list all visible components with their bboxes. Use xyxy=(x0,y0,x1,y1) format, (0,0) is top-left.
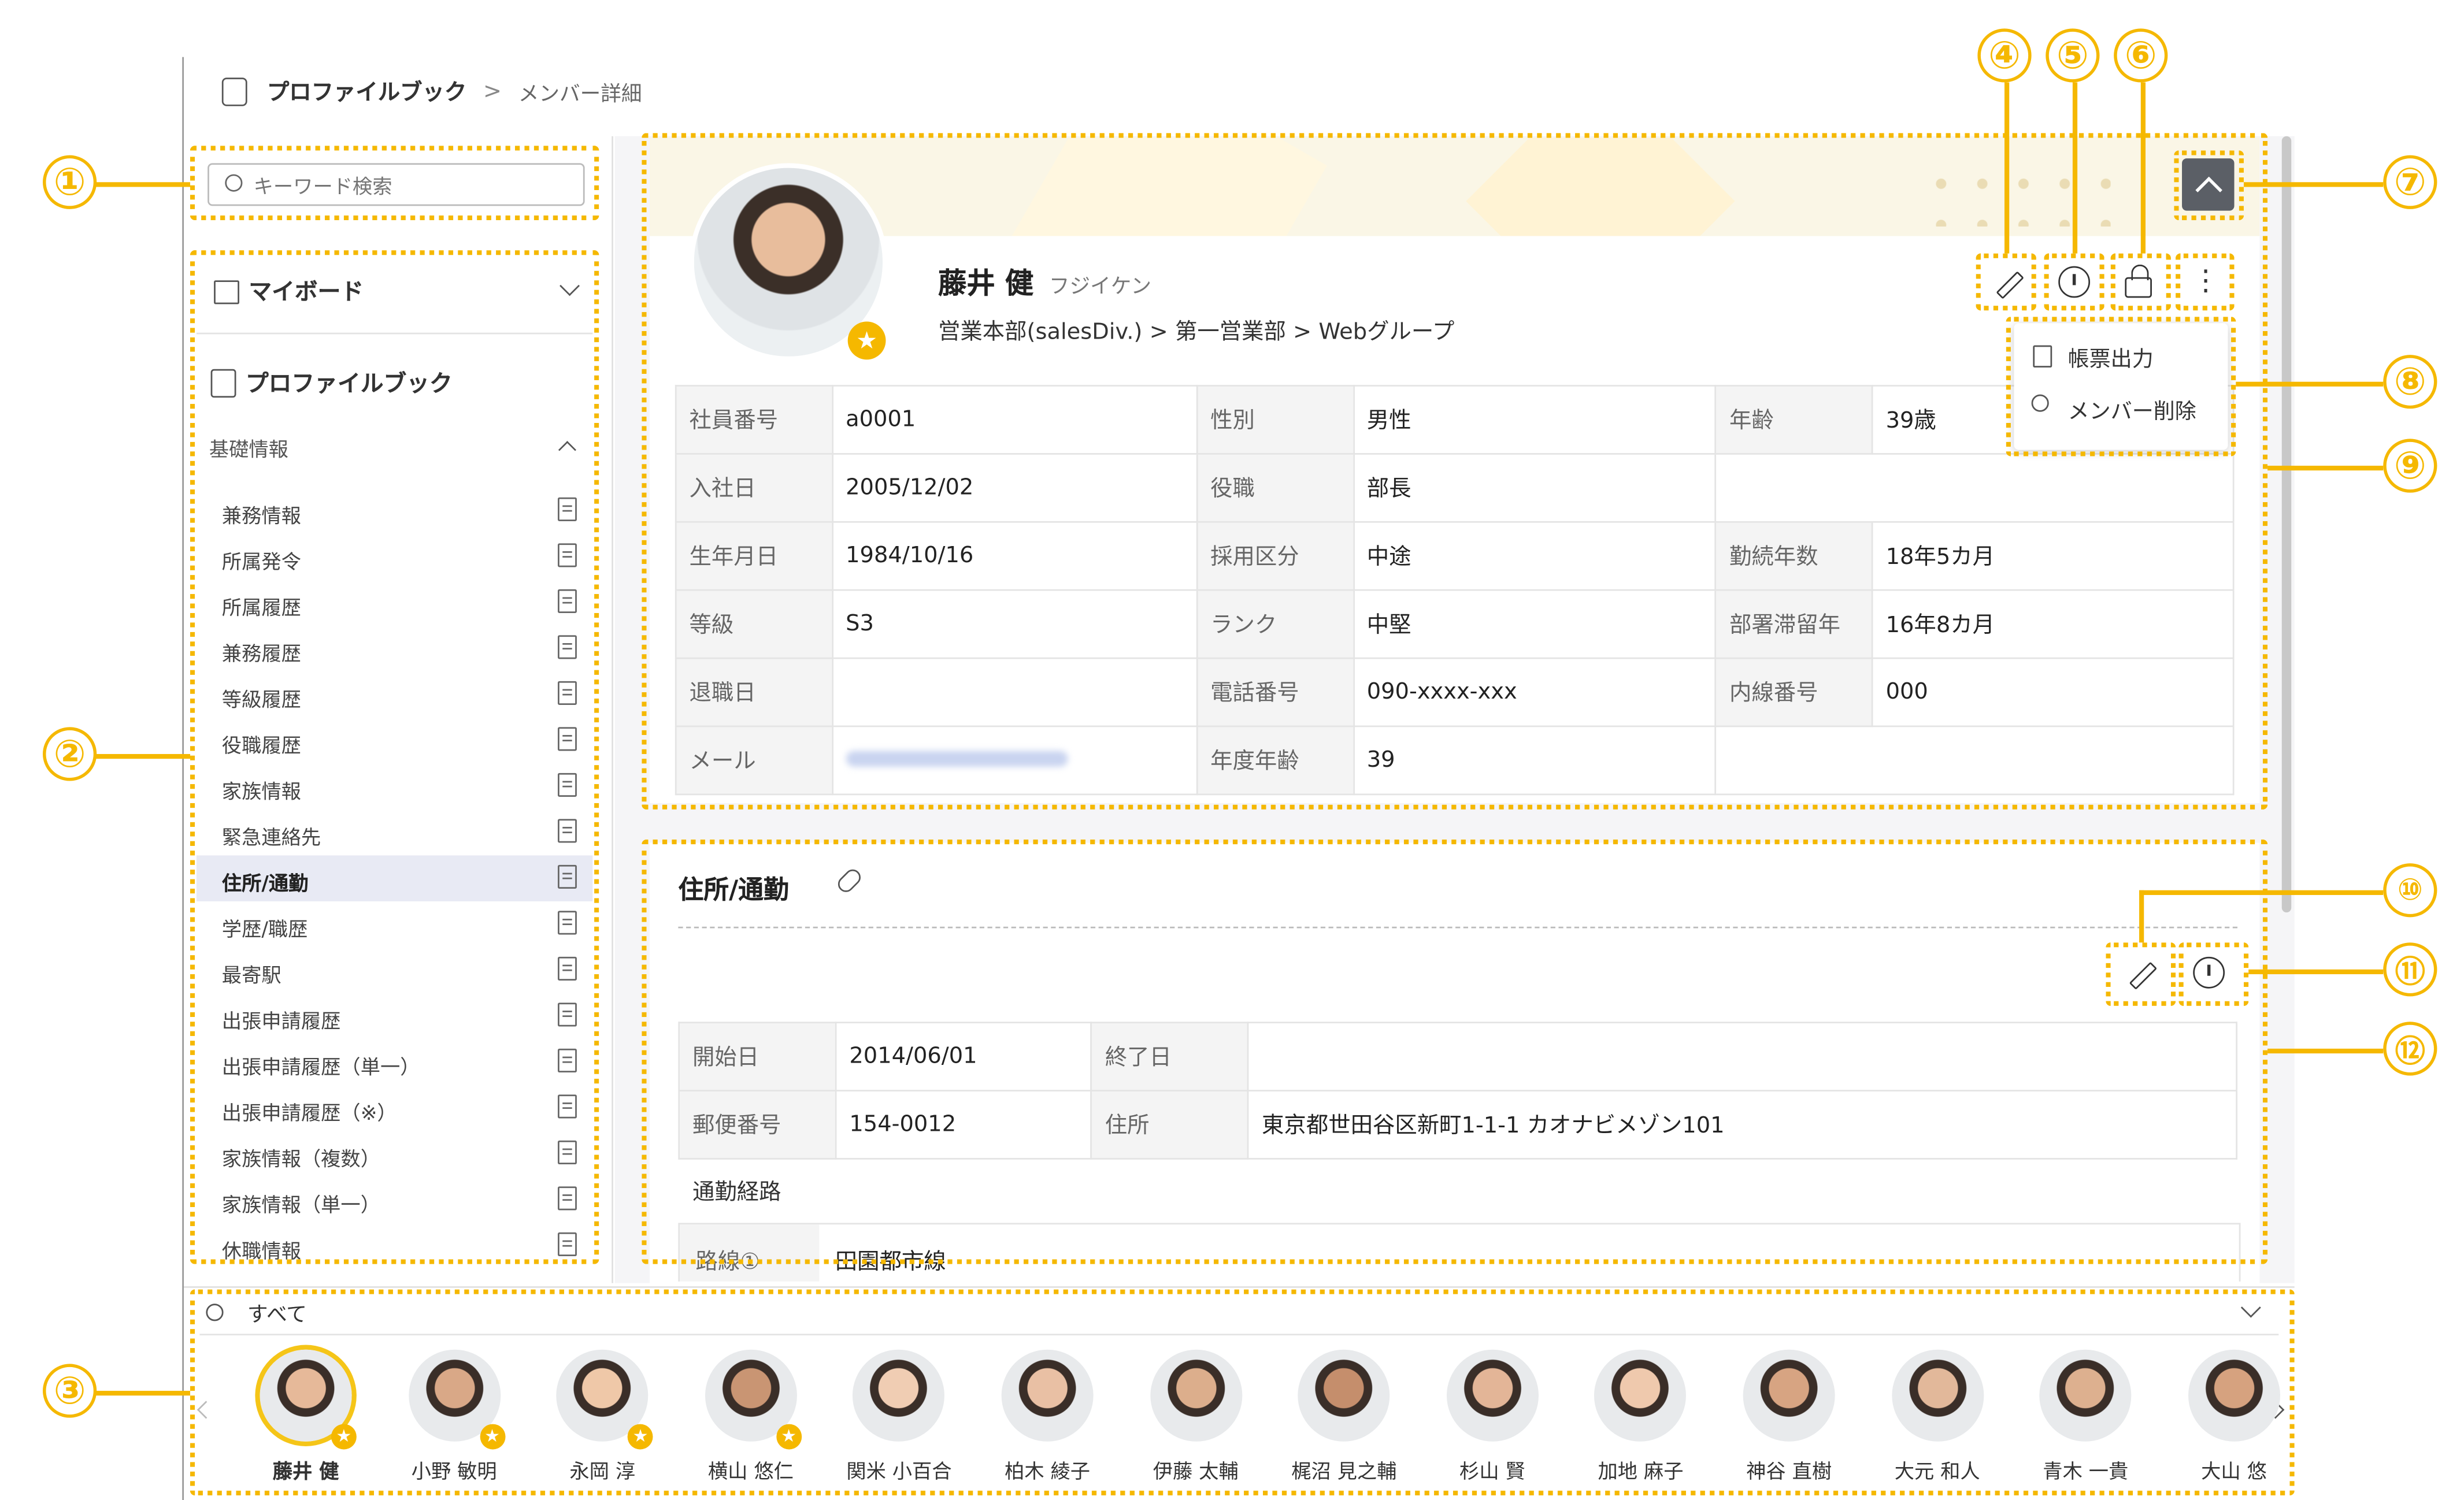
breadcrumb-root[interactable]: プロファイルブック xyxy=(267,81,466,106)
callout-line xyxy=(2267,466,2384,471)
callout-number: ① xyxy=(43,155,97,209)
annotation-box xyxy=(2006,317,2236,456)
annotation-box xyxy=(2178,942,2249,1006)
callout-line xyxy=(2236,381,2384,387)
callout-number: ⑫ xyxy=(2383,1022,2437,1076)
app-left-border xyxy=(182,57,184,1500)
callout-line xyxy=(95,1391,190,1396)
annotation-box xyxy=(2176,253,2235,311)
callout-line xyxy=(2004,82,2010,254)
callout-number: ⑨ xyxy=(2383,439,2437,493)
callout-line xyxy=(2140,82,2146,254)
callout-line xyxy=(2243,182,2384,187)
annotation-box xyxy=(190,146,599,221)
sidebar-right-border xyxy=(612,136,613,1283)
breadcrumb-separator: > xyxy=(483,79,502,105)
callout-number: ⑦ xyxy=(2383,155,2437,209)
annotation-box xyxy=(2110,253,2171,311)
breadcrumb: プロファイルブック > メンバー詳細 xyxy=(221,76,642,111)
annotation-box xyxy=(642,133,2268,810)
content-scrollbar[interactable] xyxy=(2281,136,2292,913)
callout-number: ⑪ xyxy=(2383,942,2437,997)
callout-line xyxy=(2267,1048,2384,1054)
annotation-box xyxy=(190,1289,2295,1495)
breadcrumb-current: メンバー詳細 xyxy=(518,83,642,107)
annotation-box xyxy=(642,839,2268,1264)
annotation-box xyxy=(1976,253,2036,311)
profilebook-icon xyxy=(221,77,247,106)
callout-number: ⑥ xyxy=(2114,28,2168,83)
screen: プロファイルブック > メンバー詳細 マイボード プロファイルブック 基礎情報 … xyxy=(0,0,2464,1500)
callout-line xyxy=(2139,890,2144,943)
annotation-box xyxy=(190,250,599,1264)
callout-line xyxy=(2139,890,2384,895)
callout-number: ④ xyxy=(1977,28,2032,83)
callout-number: ⑧ xyxy=(2383,355,2437,409)
annotation-box xyxy=(2106,942,2176,1006)
callout-line xyxy=(95,753,190,759)
annotation-box xyxy=(2044,253,2104,311)
callout-line xyxy=(95,182,190,187)
callout-number: ③ xyxy=(43,1364,97,1418)
callout-number: ② xyxy=(43,727,97,781)
callout-line xyxy=(2248,969,2384,975)
callout-number: ⑤ xyxy=(2046,28,2100,83)
callout-line xyxy=(2072,82,2078,254)
callout-number: ⑩ xyxy=(2383,863,2437,918)
annotation-box xyxy=(2174,150,2244,221)
